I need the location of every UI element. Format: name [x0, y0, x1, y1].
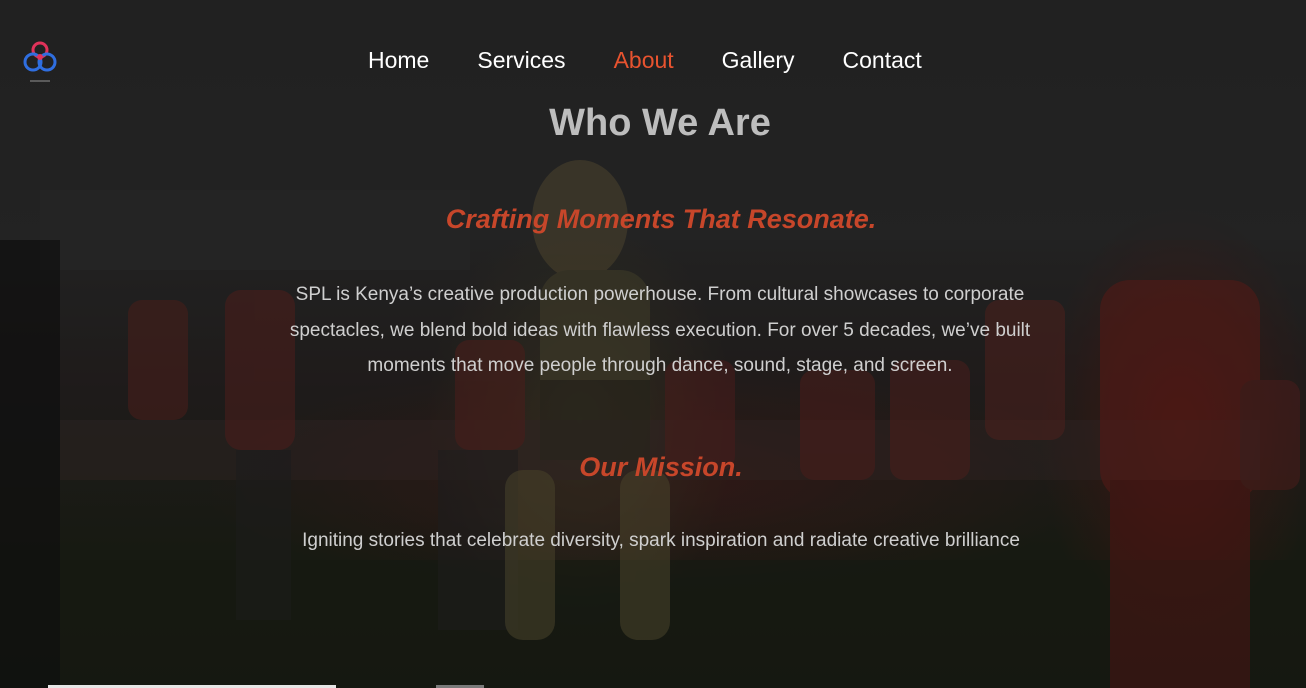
hero-section: Home Services About Gallery Contact Who … [0, 0, 1306, 688]
nav-link-home[interactable]: Home [368, 44, 429, 76]
mission-text: Igniting stories that celebrate diversit… [302, 530, 1020, 551]
section-title: Who We Are [549, 102, 771, 144]
nav-link-about[interactable]: About [614, 44, 674, 76]
tagline: Crafting Moments That Resonate. [445, 204, 877, 234]
intro-paragraph: SPL is Kenya’s creative production power… [289, 284, 1031, 376]
nav-link-gallery[interactable]: Gallery [722, 44, 795, 76]
nav-link-contact[interactable]: Contact [843, 44, 922, 76]
spl-logo-icon[interactable] [20, 40, 60, 88]
mission-heading: Our Mission. [579, 452, 743, 482]
nav-link-services[interactable]: Services [477, 44, 565, 76]
